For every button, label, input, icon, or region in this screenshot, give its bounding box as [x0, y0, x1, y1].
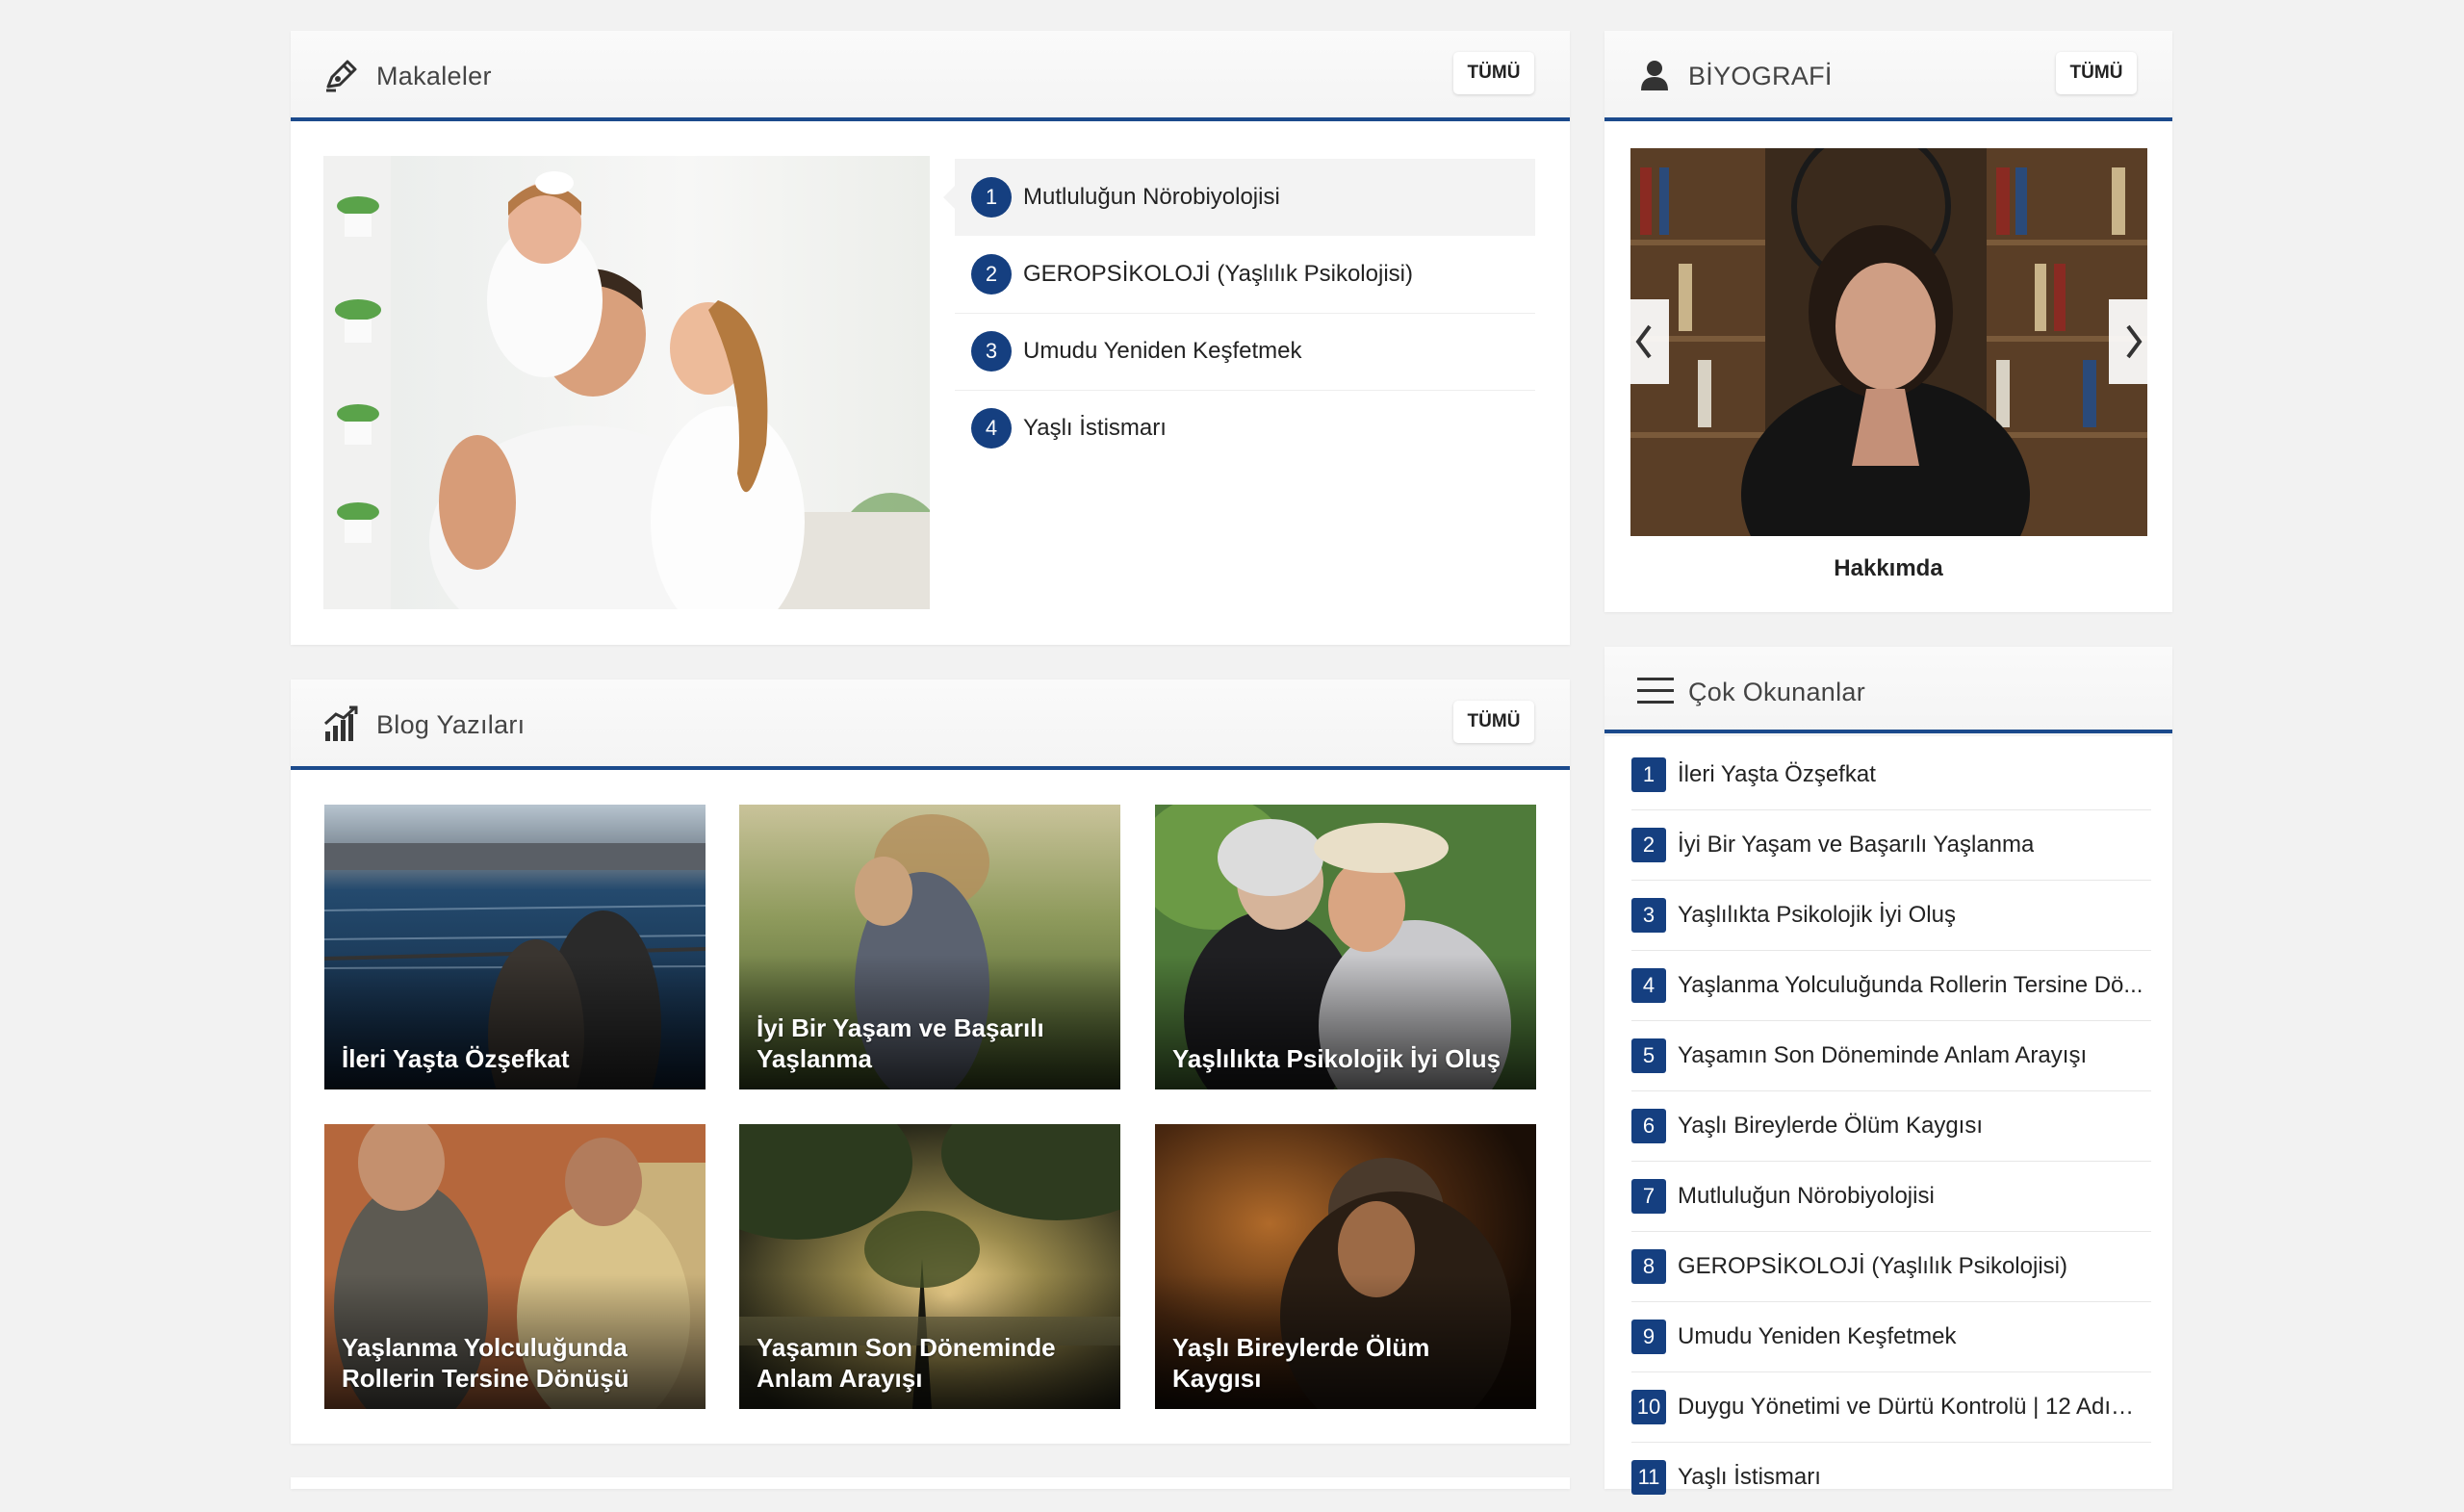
article-number: 1 — [971, 177, 1012, 218]
most-read-label: Yaşlılıkta Psikolojik İyi Oluş — [1678, 902, 1956, 928]
blog-card[interactable]: Yaşamın Son Döneminde Anlam Arayışı — [739, 1124, 1120, 1409]
articles-header-line — [291, 117, 1570, 121]
rank-badge: 11 — [1631, 1460, 1666, 1495]
card-title: Yaşamın Son Döneminde Anlam Arayışı — [757, 1333, 1056, 1393]
most-read-label: Duygu Yönetimi ve Dürtü Kontrolü | 12 Ad… — [1678, 1394, 2151, 1420]
rank-badge: 2 — [1631, 828, 1666, 862]
most-read-label: Yaşlanma Yolculuğunda Rollerin Tersine D… — [1678, 972, 2143, 998]
most-read-item[interactable]: 2 İyi Bir Yaşam ve Başarılı Yaşlanma — [1631, 810, 2151, 881]
card-title: Yaşlı Bireylerde Ölüm Kaygısı — [1172, 1333, 1430, 1393]
card-title: Yaşlılıkta Psikolojik İyi Oluş — [1172, 1044, 1502, 1073]
blog-card[interactable]: Yaşlanma Yolculuğunda Rollerin Tersine D… — [324, 1124, 706, 1409]
articles-title: Makaleler — [376, 62, 492, 90]
rank-badge: 1 — [1631, 757, 1666, 792]
bio-photo[interactable] — [1630, 148, 2147, 536]
article-label: GEROPSİKOLOJİ (Yaşlılık Psikolojisi) — [1023, 261, 1413, 287]
slider-next-button[interactable] — [2109, 299, 2157, 384]
bio-caption[interactable]: Hakkımda — [1604, 555, 2172, 582]
most-read-label: Yaşamın Son Döneminde Anlam Arayışı — [1678, 1042, 2088, 1068]
user-icon — [1641, 61, 1668, 90]
most-read-item[interactable]: 5 Yaşamın Son Döneminde Anlam Arayışı — [1631, 1021, 2151, 1091]
rank-badge: 6 — [1631, 1109, 1666, 1143]
blog-card[interactable]: Yaşlı Bireylerde Ölüm Kaygısı — [1155, 1124, 1536, 1409]
most-read-item[interactable]: 11 Yaşlı İstismarı — [1631, 1443, 2151, 1512]
bio-header-line — [1604, 117, 2172, 121]
most-read-label: Yaşlı İstismarı — [1678, 1464, 1821, 1490]
article-number: 4 — [971, 408, 1012, 448]
most-read-label: İleri Yaşta Özşefkat — [1678, 761, 1876, 787]
most-read-item[interactable]: 1 İleri Yaşta Özşefkat — [1631, 740, 2151, 810]
most-read-label: Umudu Yeniden Keşfetmek — [1678, 1323, 1957, 1349]
portrait-photo — [1630, 148, 2147, 536]
rank-badge: 10 — [1631, 1390, 1666, 1424]
most-read-item[interactable]: 7 Mutluluğun Nörobiyolojisi — [1631, 1162, 2151, 1232]
most-read-header: Çok Okunanlar — [1604, 647, 2172, 736]
bio-header: BİYOGRAFİ TÜMÜ — [1604, 31, 2172, 120]
article-item[interactable]: 4 Yaşlı İstismarı — [955, 390, 1535, 467]
article-item[interactable]: 3 Umudu Yeniden Keşfetmek — [955, 313, 1535, 391]
pen-icon — [326, 60, 357, 92]
menu-icon — [1637, 678, 1674, 704]
blog-header: Blog Yazıları TÜMÜ — [291, 679, 1570, 769]
article-label: Umudu Yeniden Keşfetmek — [1023, 338, 1302, 364]
blog-title: Blog Yazıları — [376, 710, 526, 739]
blog-header-line — [291, 766, 1570, 770]
card-title: İyi Bir Yaşam ve Başarılı Yaşlanma — [757, 1013, 1044, 1073]
chevron-right-icon — [2126, 324, 2143, 359]
most-read-label: Yaşlı Bireylerde Ölüm Kaygısı — [1678, 1113, 1984, 1139]
blog-card[interactable]: İyi Bir Yaşam ve Başarılı Yaşlanma — [739, 805, 1120, 1089]
article-label: Mutluluğun Nörobiyolojisi — [1023, 184, 1280, 210]
most-read-label: İyi Bir Yaşam ve Başarılı Yaşlanma — [1678, 832, 2035, 858]
blog-card[interactable]: İleri Yaşta Özşefkat — [324, 805, 706, 1089]
rank-badge: 8 — [1631, 1249, 1666, 1284]
article-number: 3 — [971, 331, 1012, 372]
blog-card[interactable]: Yaşlılıkta Psikolojik İyi Oluş — [1155, 805, 1536, 1089]
card-title: Yaşlanma Yolculuğunda Rollerin Tersine D… — [342, 1333, 629, 1393]
articles-panel: Makaleler TÜMÜ 1 Mutluluğun Nörobiyoloji… — [291, 31, 1570, 645]
bio-panel: BİYOGRAFİ TÜMÜ Hakkımda — [1604, 31, 2172, 612]
next-panel — [291, 1477, 1570, 1489]
card-title: İleri Yaşta Özşefkat — [342, 1044, 570, 1073]
article-number: 2 — [971, 254, 1012, 295]
most-read-header-line — [1604, 730, 2172, 733]
blog-panel: Blog Yazıları TÜMÜ İleri Yaşta Özşefkat … — [291, 679, 1570, 1444]
bio-title: BİYOGRAFİ — [1688, 62, 1833, 90]
article-label: Yaşlı İstismarı — [1023, 415, 1167, 441]
articles-featured-image[interactable] — [323, 156, 930, 609]
rank-badge: 7 — [1631, 1179, 1666, 1214]
blog-all-button[interactable]: TÜMÜ — [1453, 701, 1534, 743]
slider-prev-button[interactable] — [1621, 299, 1669, 384]
most-read-title: Çok Okunanlar — [1688, 678, 1865, 706]
most-read-item[interactable]: 8 GEROPSİKOLOJİ (Yaşlılık Psikolojisi) — [1631, 1232, 2151, 1302]
rank-badge: 9 — [1631, 1320, 1666, 1354]
article-item[interactable]: 1 Mutluluğun Nörobiyolojisi — [943, 159, 1535, 236]
most-read-item[interactable]: 9 Umudu Yeniden Keşfetmek — [1631, 1302, 2151, 1372]
chevron-left-icon — [1635, 324, 1652, 359]
rank-badge: 4 — [1631, 968, 1666, 1003]
most-read-item[interactable]: 4 Yaşlanma Yolculuğunda Rollerin Tersine… — [1631, 951, 2151, 1021]
articles-all-button[interactable]: TÜMÜ — [1453, 52, 1534, 94]
article-item[interactable]: 2 GEROPSİKOLOJİ (Yaşlılık Psikolojisi) — [955, 236, 1535, 314]
rank-badge: 5 — [1631, 1038, 1666, 1073]
most-read-label: GEROPSİKOLOJİ (Yaşlılık Psikolojisi) — [1678, 1253, 2067, 1279]
most-read-item[interactable]: 3 Yaşlılıkta Psikolojik İyi Oluş — [1631, 881, 2151, 951]
family-photo — [323, 156, 930, 609]
bar-chart-icon — [323, 705, 358, 741]
most-read-panel: Çok Okunanlar 1 İleri Yaşta Özşefkat 2 İ… — [1604, 647, 2172, 1495]
most-read-item[interactable]: 10 Duygu Yönetimi ve Dürtü Kontrolü | 12… — [1631, 1372, 2151, 1443]
most-read-label: Mutluluğun Nörobiyolojisi — [1678, 1183, 1935, 1209]
articles-header: Makaleler TÜMÜ — [291, 31, 1570, 120]
bio-all-button[interactable]: TÜMÜ — [2056, 52, 2137, 94]
rank-badge: 3 — [1631, 898, 1666, 933]
most-read-item[interactable]: 6 Yaşlı Bireylerde Ölüm Kaygısı — [1631, 1091, 2151, 1162]
